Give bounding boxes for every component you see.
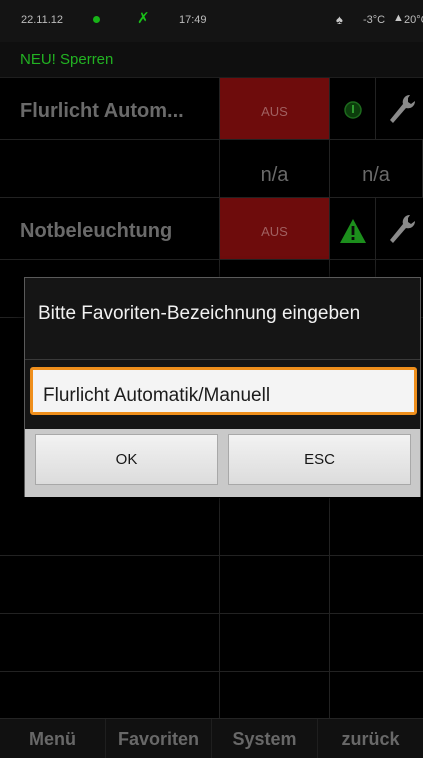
list-item bbox=[0, 556, 423, 614]
wrench-icon bbox=[390, 94, 416, 123]
lock-bar[interactable]: NEU! Sperren bbox=[0, 42, 423, 78]
list-item bbox=[0, 672, 423, 718]
nav-favorites[interactable]: Favoriten bbox=[106, 719, 212, 758]
value-cell: n/a bbox=[220, 140, 330, 197]
lock-label[interactable]: NEU! Sperren bbox=[20, 51, 113, 68]
device-name: Flurlicht Autom... bbox=[20, 100, 184, 122]
divider bbox=[25, 359, 420, 360]
settings-cell[interactable] bbox=[376, 78, 423, 139]
wrench-icon bbox=[390, 214, 416, 243]
state-button[interactable]: AUS bbox=[220, 198, 330, 259]
warning-cell[interactable] bbox=[330, 198, 376, 259]
favorite-name-input[interactable] bbox=[30, 367, 417, 415]
status-dot bbox=[93, 16, 100, 23]
nav-back[interactable]: zurück bbox=[318, 719, 423, 758]
empty-cell bbox=[0, 140, 220, 197]
status-bar: 22.11.12 ✗ 17:49 ♠ -3°C ▲ 20°C bbox=[0, 0, 423, 42]
device-name: Notbeleuchtung bbox=[20, 220, 173, 242]
list-item bbox=[0, 498, 423, 556]
state-label: AUS bbox=[261, 104, 288, 119]
nav-system[interactable]: System bbox=[212, 719, 318, 758]
list-item bbox=[0, 614, 423, 672]
value-text: n/a bbox=[362, 164, 390, 186]
indoor-temperature: 20°C bbox=[404, 14, 423, 26]
status-date: 22.11.12 bbox=[21, 14, 64, 26]
settings-cell[interactable] bbox=[376, 198, 423, 259]
wrench-icon: ✗ bbox=[137, 10, 150, 27]
dialog-button-bar: OK ESC bbox=[25, 429, 420, 497]
device-name-cell[interactable]: Notbeleuchtung bbox=[0, 198, 220, 259]
list-item: n/a n/a bbox=[0, 140, 423, 198]
dialog-title: Bitte Favoriten-Bezeichnung eingeben bbox=[38, 303, 361, 324]
device-name-cell[interactable]: Flurlicht Autom... bbox=[0, 78, 220, 139]
list-item: Notbeleuchtung AUS bbox=[0, 198, 423, 260]
status-time: 17:49 bbox=[179, 14, 207, 26]
ok-button[interactable]: OK bbox=[35, 434, 218, 485]
list-item: Flurlicht Autom... AUS bbox=[0, 78, 423, 140]
outdoor-temperature: -3°C bbox=[363, 14, 386, 26]
info-icon bbox=[344, 101, 362, 119]
house-icon: ▲ bbox=[393, 12, 404, 24]
value-cell: n/a bbox=[330, 140, 423, 197]
state-button[interactable]: AUS bbox=[220, 78, 330, 139]
value-text: n/a bbox=[260, 164, 289, 186]
esc-button[interactable]: ESC bbox=[228, 434, 411, 485]
person-house-icon: ♠ bbox=[336, 12, 343, 27]
warning-icon bbox=[340, 219, 366, 243]
state-label: AUS bbox=[261, 224, 288, 239]
favorite-name-dialog: Bitte Favoriten-Bezeichnung eingeben OK … bbox=[24, 277, 421, 497]
info-cell[interactable] bbox=[330, 78, 376, 139]
nav-menu[interactable]: Menü bbox=[0, 719, 106, 758]
bottom-nav: Menü Favoriten System zurück bbox=[0, 718, 423, 758]
